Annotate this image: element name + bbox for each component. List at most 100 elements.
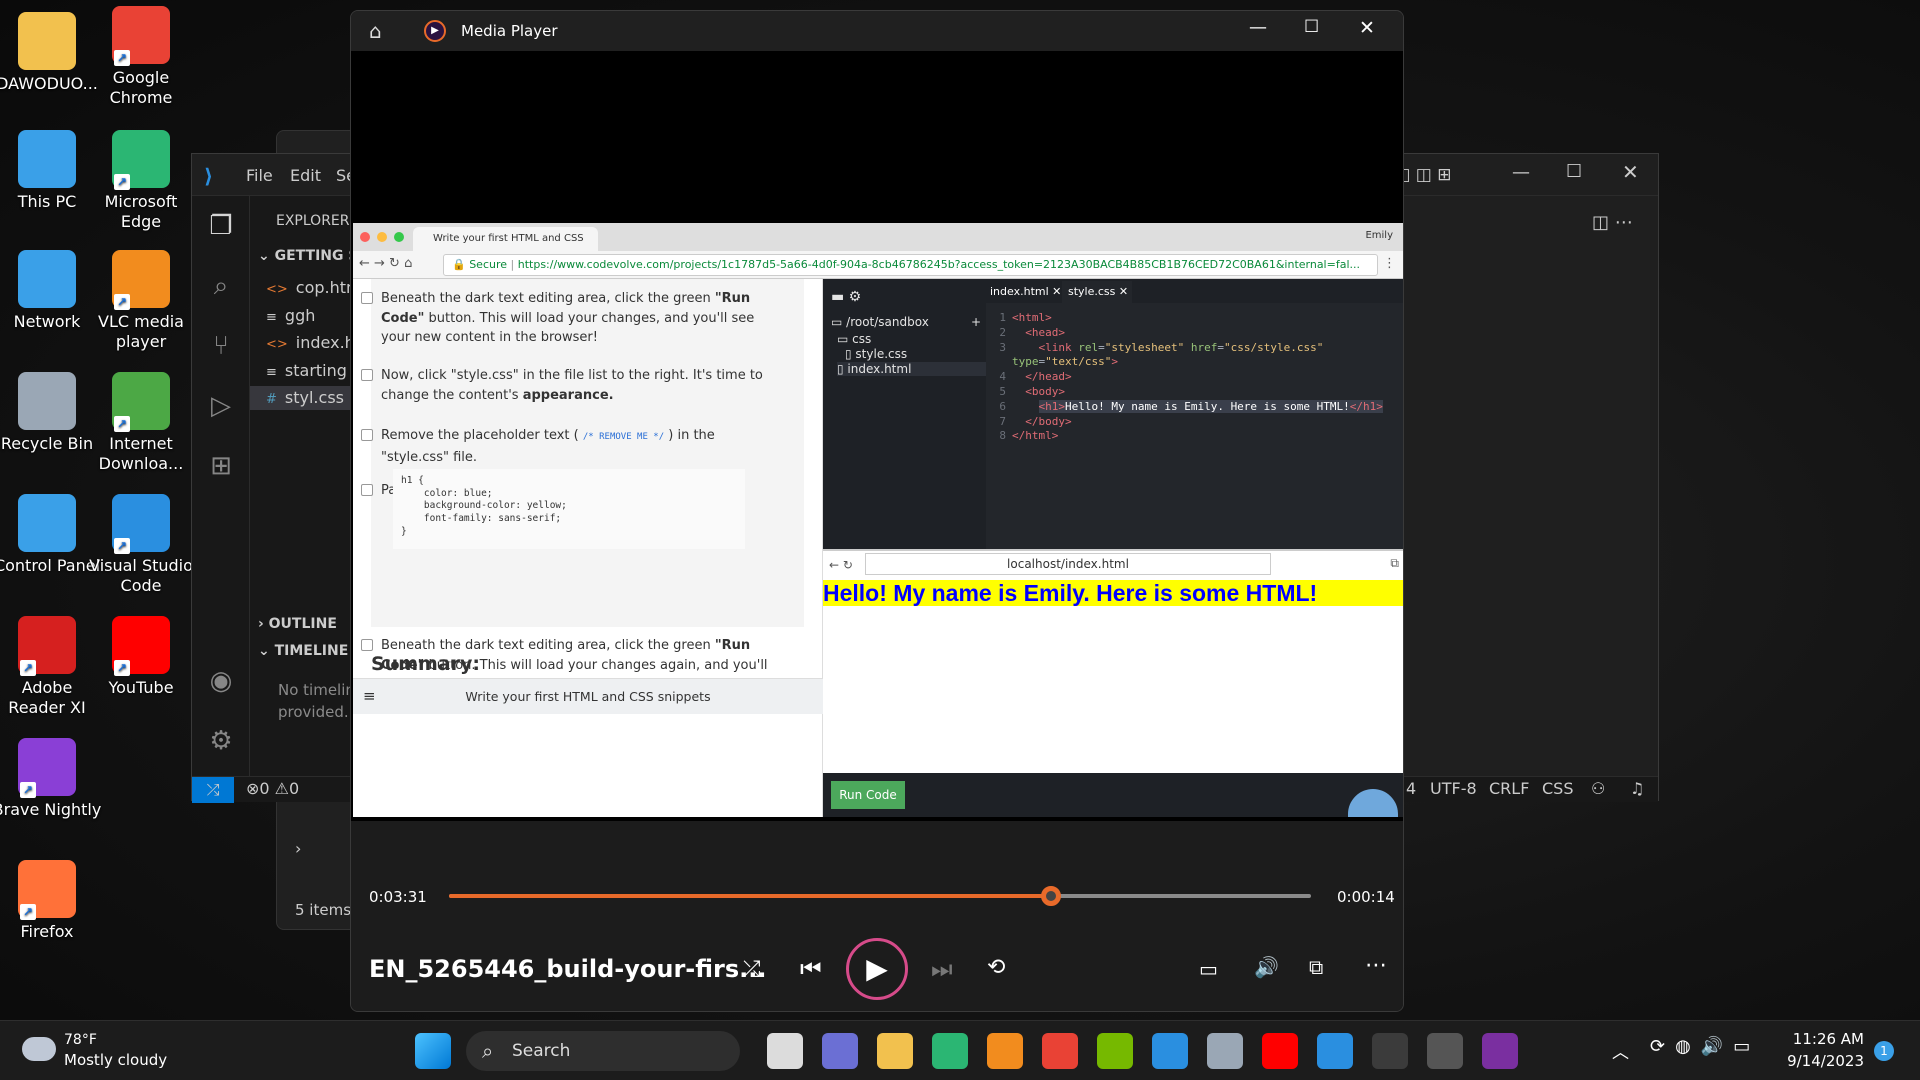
maximize-button[interactable]: ☐ (1566, 161, 1582, 182)
extensions-icon[interactable]: ⊞ (206, 451, 236, 481)
azure-data-studio-icon[interactable] (1152, 1033, 1188, 1069)
miniplayer-icon[interactable]: ⧉ (1309, 955, 1323, 979)
seek-thumb[interactable] (1040, 886, 1061, 906)
youtube-icon[interactable] (1262, 1033, 1298, 1069)
step-checkbox[interactable] (361, 639, 373, 651)
timeline-section[interactable]: ⌄ TIMELINE (258, 643, 348, 659)
preview-nav-icons[interactable]: ← ↻ (829, 558, 853, 572)
notifications-bell-icon[interactable]: ♫ (1630, 779, 1644, 798)
command-prompt-icon[interactable] (1427, 1033, 1463, 1069)
start-windows-icon[interactable] (415, 1033, 451, 1069)
editor-actions-icons[interactable]: ◫ ⋯ (1592, 212, 1633, 233)
desktop-shortcut[interactable]: ↗ Visual Studio Code (86, 494, 196, 596)
chrome-icon[interactable] (1042, 1033, 1078, 1069)
run-code-button[interactable]: Run Code (831, 781, 905, 809)
menu-file[interactable]: File (246, 166, 273, 185)
close-button[interactable]: ✕ (1359, 17, 1375, 39)
settings-gear-icon[interactable]: ⚙ (206, 726, 236, 756)
home-icon[interactable]: ⌂ (369, 19, 382, 43)
outline-section[interactable]: › OUTLINE (258, 616, 337, 632)
folder-icon[interactable]: ▬ ⚙ (831, 289, 861, 305)
edge-icon[interactable] (932, 1033, 968, 1069)
code-line[interactable]: <html> (1012, 311, 1052, 324)
desktop-shortcut[interactable]: ↗ VLC media player (86, 250, 196, 352)
desktop-shortcut[interactable]: ↗ Brave Nightly (0, 738, 102, 820)
code-line[interactable]: <body> (1012, 385, 1065, 398)
step-checkbox[interactable] (361, 429, 373, 441)
nvidia-icon[interactable] (1097, 1033, 1133, 1069)
search-icon[interactable]: ⌕ (206, 271, 236, 301)
code-line[interactable]: </head> (1012, 370, 1071, 383)
tray-icons[interactable]: ⟳◍🔊▭ (1650, 1036, 1760, 1057)
volume-icon[interactable]: 🔊 (1254, 955, 1279, 979)
weather-desc[interactable]: Mostly cloudy (64, 1051, 167, 1069)
previous-icon[interactable]: ⏮ (800, 955, 822, 983)
language-status[interactable]: CSS (1542, 779, 1573, 798)
code-line[interactable]: </html> (1012, 429, 1058, 442)
task-view-icon[interactable] (767, 1033, 803, 1069)
code-line[interactable]: </body> (1012, 415, 1071, 428)
code-line[interactable]: type="text/css"> (1012, 355, 1118, 368)
file-explorer-icon[interactable] (877, 1033, 913, 1069)
menu-icon[interactable]: ⋮ (1383, 256, 1396, 271)
maximize-button[interactable]: ☐ (1304, 17, 1319, 37)
url-field[interactable]: 🔒 Secure | https://www.codevolve.com/pro… (443, 254, 1378, 276)
encoding-status[interactable]: UTF-8 (1430, 779, 1477, 798)
play-button[interactable]: ▶ (846, 938, 908, 1000)
next-icon[interactable]: ⏭ (931, 955, 953, 983)
notification-badge[interactable]: 1 (1874, 1041, 1894, 1061)
step-checkbox[interactable] (361, 369, 373, 381)
tree-file-style-css[interactable]: ▯ style.css (845, 347, 907, 361)
vlc-icon[interactable] (987, 1033, 1023, 1069)
close-button[interactable]: ✕ (1622, 160, 1639, 184)
code-line[interactable]: <h1>Hello! My name is Emily. Here is som… (1012, 399, 1383, 413)
desktop-shortcut[interactable]: ↗ Firefox (0, 860, 102, 942)
settings-gear-icon[interactable] (1207, 1033, 1243, 1069)
code-editor[interactable]: index.html ✕ style.css ✕ 1 <html> 2 <head>… (986, 279, 1403, 549)
clock-date[interactable]: 9/14/2023 (1786, 1052, 1864, 1070)
tab-style-css[interactable]: style.css ✕ (1062, 281, 1132, 303)
layout-icons[interactable]: ▯ ◫ ⊞ (1401, 165, 1451, 185)
teams-icon[interactable] (822, 1033, 858, 1069)
weather-cloud-icon[interactable] (22, 1037, 56, 1061)
feedback-icon[interactable]: ⚇ (1591, 779, 1605, 798)
code-line[interactable]: <head> (1012, 326, 1065, 339)
remote-icon[interactable]: ⤮ (192, 777, 234, 803)
minimize-button[interactable]: — (1249, 17, 1267, 38)
code-line[interactable]: <link rel="stylesheet" href="css/style.c… (1012, 341, 1324, 354)
subtitles-icon[interactable]: ▭ (1199, 957, 1218, 981)
shuffle-icon[interactable]: ⤮ (743, 957, 761, 982)
source-control-icon[interactable]: ⑂ (206, 331, 236, 361)
assistant-bot-icon[interactable] (1348, 789, 1398, 817)
problems-indicator[interactable]: ⊗0 ⚠0 (246, 779, 299, 798)
desktop-shortcut[interactable]: ↗ Microsoft Edge (86, 130, 196, 232)
preview-url[interactable]: localhost/index.html (865, 553, 1271, 575)
expand-icon[interactable]: › (295, 839, 301, 858)
account-icon[interactable]: ◉ (206, 666, 236, 696)
more-options-icon[interactable]: ⋯ (1365, 953, 1387, 978)
clock-time[interactable]: 11:26 AM (1786, 1030, 1864, 1048)
tree-root[interactable]: ▭ /root/sandbox + (831, 315, 981, 329)
minimize-button[interactable]: — (1512, 162, 1530, 183)
indent-status[interactable]: 4 (1406, 779, 1416, 798)
taskbar-search[interactable]: ⌕ Search (466, 1031, 740, 1071)
step-checkbox[interactable] (361, 292, 373, 304)
explorer-icon[interactable]: ❐ (206, 211, 236, 241)
nav-buttons-icon[interactable]: ← → ↻ ⌂ (359, 256, 412, 271)
tree-file-index-html[interactable]: ▯ index.html (837, 362, 986, 376)
menu-edit[interactable]: Edit (290, 166, 321, 185)
weather-temp[interactable]: 78°F (64, 1032, 97, 1048)
video-area[interactable]: Write your first HTML and CSS ✕ Emily ← … (351, 51, 1403, 821)
browser-tab[interactable]: Write your first HTML and CSS ✕ (413, 227, 598, 268)
desktop-shortcut[interactable]: ↗ YouTube (86, 616, 196, 698)
desktop-shortcut[interactable]: ↗ Google Chrome (86, 6, 196, 108)
eol-status[interactable]: CRLF (1489, 779, 1529, 798)
tab-index-html[interactable]: index.html ✕ (990, 285, 1061, 298)
media-player-icon[interactable] (1482, 1033, 1518, 1069)
seek-bar[interactable] (449, 886, 1311, 906)
tray-chevron-icon[interactable]: ︿ (1612, 1038, 1629, 1063)
vscode-icon[interactable] (1317, 1033, 1353, 1069)
desktop-shortcut[interactable]: ↗ Internet Downloa... (86, 372, 196, 474)
run-debug-icon[interactable]: ▷ (206, 391, 236, 421)
repeat-icon[interactable]: ⟲ (987, 955, 1005, 980)
